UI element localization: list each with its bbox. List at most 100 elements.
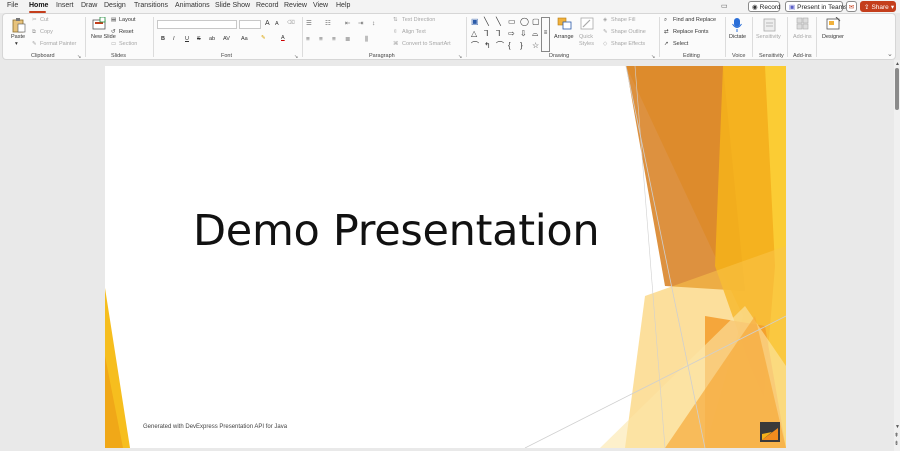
star-shape-icon[interactable]: ☆ <box>532 41 539 50</box>
shapes-gallery-more-button[interactable]: ≡ <box>541 17 550 52</box>
tab-animations[interactable]: Animations <box>175 1 210 11</box>
replace-fonts-button[interactable]: Replace Fonts <box>673 29 708 36</box>
char-spacing-button[interactable]: AV <box>223 36 230 43</box>
shape-outline-icon: ✎ <box>603 29 608 35</box>
section-button[interactable]: Section <box>119 41 137 48</box>
slide-canvas[interactable]: Demo Presentation Generated with DevExpr… <box>105 66 786 448</box>
tab-draw[interactable]: Draw <box>81 1 97 11</box>
font-size-combo[interactable] <box>239 20 261 29</box>
paste-button[interactable]: Paste <box>11 34 25 41</box>
format-painter-button[interactable]: Format Painter <box>40 41 76 48</box>
change-case-button[interactable]: Aa <box>241 36 248 43</box>
shrink-font-button[interactable]: A <box>275 21 279 28</box>
share-button[interactable]: ⇪ Share ▾ <box>860 1 896 12</box>
connector-shape-icon[interactable]: ⅂ <box>496 29 500 38</box>
curve-shape-icon[interactable]: ↰ <box>484 41 491 50</box>
convert-smartart-button[interactable]: Convert to SmartArt <box>402 41 451 48</box>
tab-file[interactable]: File <box>7 1 18 11</box>
tab-insert[interactable]: Insert <box>56 1 74 11</box>
bullets-icon[interactable]: ☰ <box>306 20 312 28</box>
slide-footer-text[interactable]: Generated with DevExpress Presentation A… <box>143 424 287 430</box>
addins-icon <box>796 17 809 30</box>
text-direction-button[interactable]: Text Direction <box>402 17 435 24</box>
strikethrough-button[interactable]: S <box>197 36 201 43</box>
grow-font-button[interactable]: A <box>265 20 270 27</box>
quick-styles-button[interactable]: Quick Styles <box>579 34 599 48</box>
reset-button[interactable]: Reset <box>119 29 133 36</box>
tab-help[interactable]: Help <box>336 1 350 11</box>
line-shape-icon[interactable]: ╲ <box>484 17 489 26</box>
copy-button[interactable]: Copy <box>40 29 53 36</box>
tab-transitions[interactable]: Transitions <box>134 1 168 11</box>
arrow-down-shape-icon[interactable]: ⇩ <box>520 29 527 38</box>
numbering-icon[interactable]: ☷ <box>325 20 331 28</box>
font-color-icon[interactable]: A <box>281 35 285 42</box>
align-text-button[interactable]: Align Text <box>402 29 426 36</box>
line-shape-icon[interactable]: ╲ <box>496 17 501 26</box>
arrange-button[interactable]: Arrange <box>554 34 574 41</box>
microphone-icon <box>732 18 742 32</box>
decrease-indent-icon[interactable]: ⇤ <box>345 20 350 28</box>
select-button[interactable]: Select <box>673 41 688 48</box>
find-replace-button[interactable]: Find and Replace <box>673 17 716 24</box>
layout-button[interactable]: Layout <box>119 17 136 24</box>
brace-shape-icon[interactable]: } <box>520 41 523 50</box>
paragraph-group-label: Paragraph <box>369 53 395 59</box>
align-right-icon[interactable]: ≡ <box>332 36 336 44</box>
triangle-shape-icon[interactable]: △ <box>471 29 477 38</box>
previous-slide-icon[interactable]: ⇞ <box>894 432 899 439</box>
comments-icon[interactable]: ▭ <box>721 1 729 12</box>
curve-shape-icon[interactable]: ⌒ <box>471 41 479 50</box>
italic-button[interactable]: I <box>173 36 175 43</box>
cut-icon: ✂ <box>32 17 37 23</box>
cut-button[interactable]: Cut <box>40 17 49 24</box>
next-slide-icon[interactable]: ⇟ <box>894 440 899 447</box>
align-left-icon[interactable]: ≡ <box>306 36 310 44</box>
tab-review[interactable]: Review <box>284 1 307 11</box>
scroll-down-icon[interactable]: ▼ <box>895 424 900 430</box>
rounded-rect-shape-icon[interactable]: ▢ <box>532 17 540 26</box>
connector-shape-icon[interactable]: ⅂ <box>484 29 488 38</box>
shape-fill-button[interactable]: Shape Fill <box>611 17 635 24</box>
shadow-button[interactable]: ab <box>209 36 215 43</box>
tab-slide-show[interactable]: Slide Show <box>215 1 250 11</box>
tab-design[interactable]: Design <box>104 1 126 11</box>
brace-shape-icon[interactable]: { <box>508 41 511 50</box>
arrow-right-shape-icon[interactable]: ⇨ <box>508 29 515 38</box>
clear-formatting-icon[interactable]: ⌫ <box>287 20 295 27</box>
textbox-shape-icon[interactable]: ▣ <box>471 17 479 26</box>
collapse-ribbon-icon[interactable]: ⌄ <box>887 51 893 59</box>
comment-button[interactable]: ✉ <box>846 1 857 12</box>
shape-effects-button[interactable]: Shape Effects <box>611 41 645 48</box>
line-spacing-icon[interactable]: ↕ <box>372 20 375 28</box>
shape-outline-button[interactable]: Shape Outline <box>611 29 646 36</box>
scrollbar-thumb[interactable] <box>895 68 899 110</box>
justify-icon[interactable]: ≣ <box>345 36 350 44</box>
oval-shape-icon[interactable]: ◯ <box>520 17 529 26</box>
sensitivity-button[interactable]: Sensitivity <box>756 34 781 41</box>
curve-shape-icon[interactable]: ⌒ <box>496 41 504 50</box>
addins-button[interactable]: Add-ins <box>793 34 812 41</box>
increase-indent-icon[interactable]: ⇥ <box>358 20 363 28</box>
scroll-up-icon[interactable]: ▲ <box>895 61 900 67</box>
dictate-button[interactable]: Dictate <box>729 34 746 41</box>
separator <box>466 17 467 57</box>
vertical-scrollbar[interactable] <box>894 60 900 451</box>
present-in-teams-button[interactable]: ▣ Present in Teams <box>785 1 847 12</box>
columns-icon[interactable]: ⫼ <box>365 36 368 44</box>
cylinder-shape-icon[interactable]: ⌓ <box>532 29 538 38</box>
tab-view[interactable]: View <box>313 1 328 11</box>
record-button[interactable]: ◉ Record <box>748 1 781 12</box>
align-center-icon[interactable]: ≡ <box>319 36 323 44</box>
font-name-combo[interactable] <box>157 20 237 29</box>
rectangle-shape-icon[interactable]: ▭ <box>508 17 516 26</box>
tab-record[interactable]: Record <box>256 1 279 11</box>
slide-title[interactable]: Demo Presentation <box>193 206 600 256</box>
bold-button[interactable]: B <box>161 36 165 43</box>
highlight-icon[interactable]: ✎ <box>261 35 266 42</box>
underline-button[interactable]: U <box>185 36 189 43</box>
designer-button[interactable]: Designer <box>822 34 844 41</box>
comment-icon: ✉ <box>848 4 855 11</box>
paste-chevron-icon[interactable]: ▾ <box>15 41 18 48</box>
tab-home[interactable]: Home <box>29 1 48 11</box>
